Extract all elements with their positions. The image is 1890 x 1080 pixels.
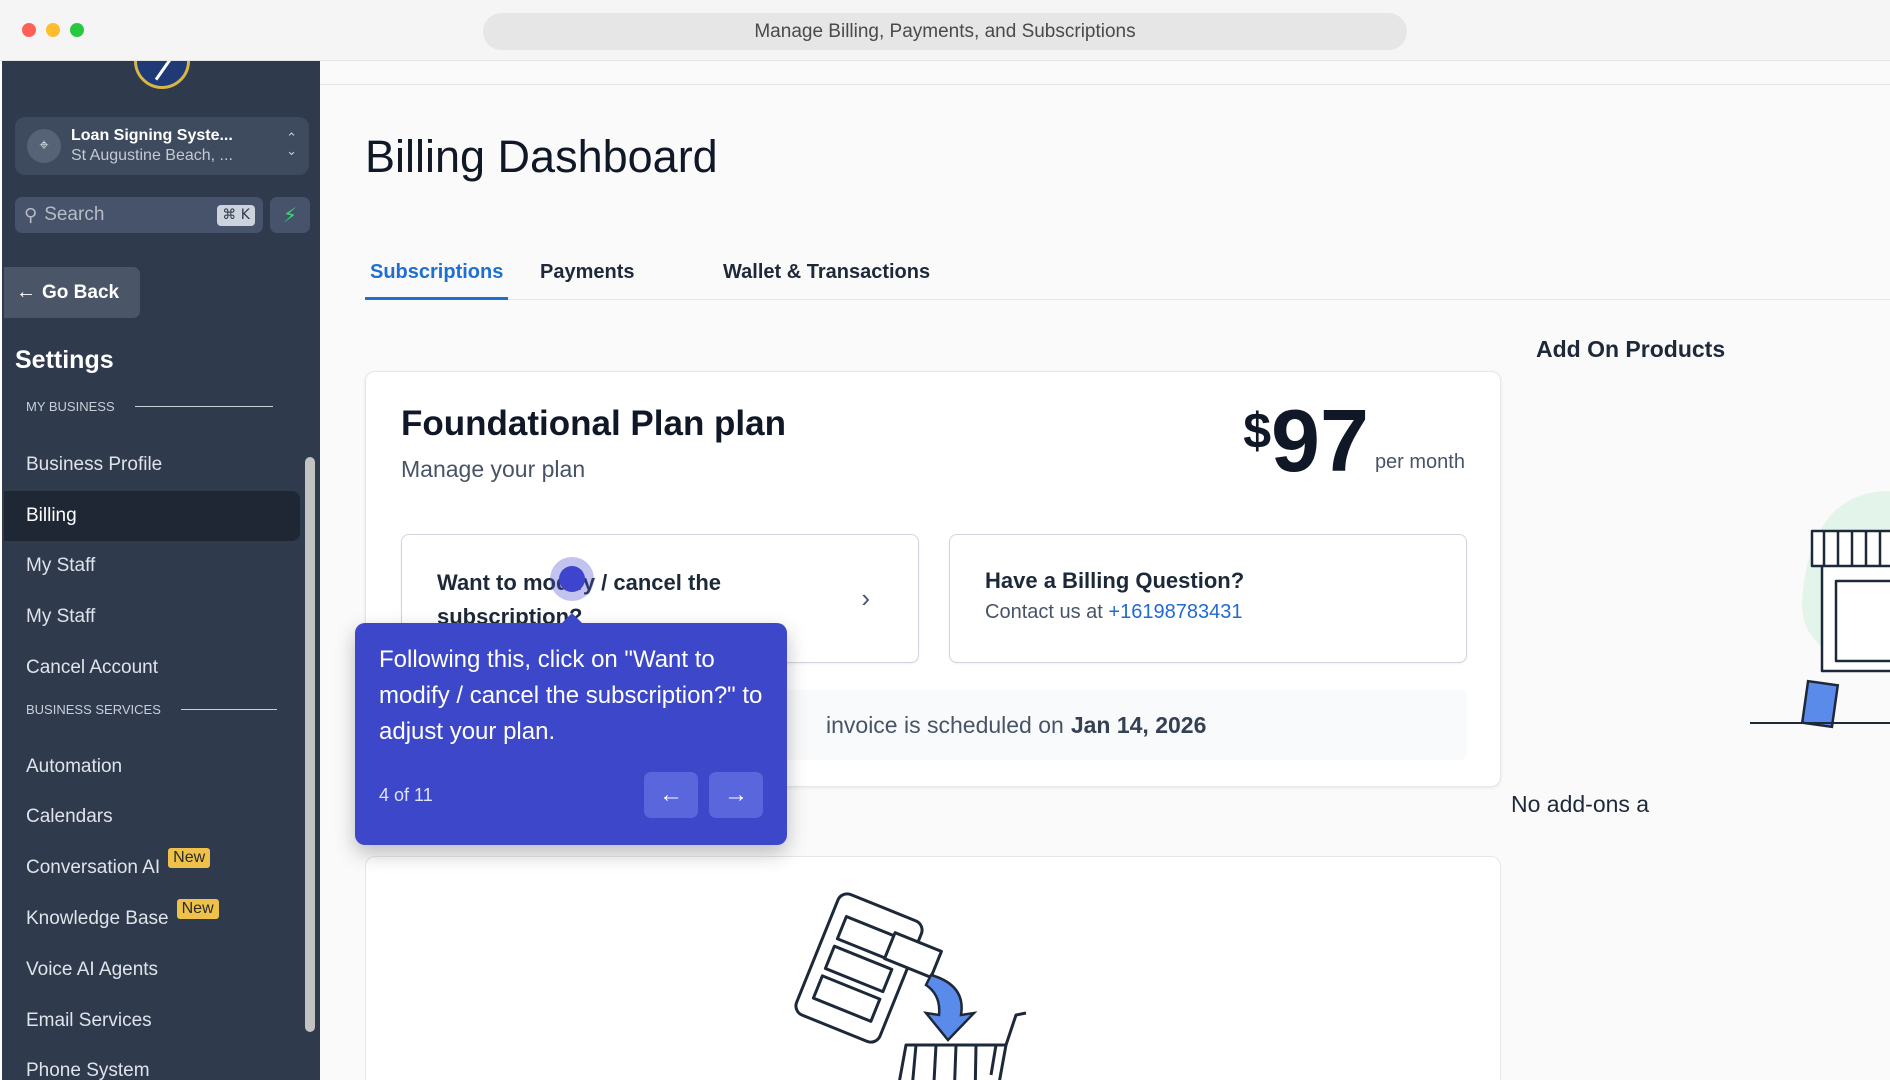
go-back-button[interactable]: ← Go Back (4, 267, 140, 318)
location-switcher[interactable]: ⌖ Loan Signing Syste... St Augustine Bea… (15, 117, 309, 175)
go-back-label: Go Back (42, 281, 120, 303)
quick-actions-button[interactable]: ⚡ (270, 197, 310, 233)
empty-state-card (365, 856, 1501, 1080)
sidebar-item-conversation-ai[interactable]: Conversation AI New (4, 843, 300, 893)
search-icon: ⚲ (24, 204, 38, 225)
window-title-bar[interactable]: Manage Billing, Payments, and Subscripti… (483, 13, 1407, 50)
no-addons-message: No add-ons a (1511, 791, 1650, 817)
plan-price: $ 97 per month (1243, 391, 1465, 490)
sidebar-item-automation[interactable]: Automation (4, 742, 300, 792)
walkthrough-tooltip: Following this, click on "Want to modify… (355, 613, 787, 845)
billing-contact-text: Contact us at +16198783431 (985, 601, 1243, 623)
section-label: MY BUSINESS (26, 399, 115, 414)
sidebar-scrollbar[interactable] (305, 457, 315, 1032)
sidebar-item-billing[interactable]: Billing (4, 491, 300, 541)
section-business-services: BUSINESS SERVICES (26, 702, 277, 717)
invoice-date: Jan 14, 2026 (1070, 711, 1207, 738)
header-divider (320, 84, 1890, 85)
page-title: Billing Dashboard (365, 131, 718, 182)
search-input[interactable] (44, 204, 195, 226)
settings-nav: MY BUSINESS Business Profile Billing My … (2, 391, 300, 1080)
lightning-bolt-icon: ⚡ (282, 204, 298, 227)
addon-products-heading: Add On Products (1536, 336, 1726, 362)
location-address: St Augustine Beach, ... (71, 147, 233, 164)
search-shortcut-badge: ⌘ K (217, 205, 255, 226)
plan-name: Foundational Plan plan (401, 404, 786, 443)
storefront-illustration (1750, 491, 1890, 729)
walkthrough-step-counter: 4 of 11 (379, 785, 433, 805)
sidebar: ⌖ Loan Signing Syste... St Augustine Bea… (2, 61, 320, 1080)
invoice-text: invoice is scheduled on (826, 711, 1064, 738)
support-phone-link[interactable]: +16198783431 (1108, 601, 1242, 623)
walkthrough-next-button[interactable]: → (709, 772, 763, 818)
sidebar-search[interactable]: ⚲ ⌘ K (15, 197, 263, 233)
minimize-window-button[interactable] (46, 23, 60, 37)
tab-wallet-transactions[interactable]: Wallet & Transactions (718, 250, 935, 300)
location-pin-icon: ⌖ (27, 129, 61, 163)
maximize-window-button[interactable] (70, 23, 84, 37)
section-my-business: MY BUSINESS (26, 399, 273, 414)
sidebar-item-calendars[interactable]: Calendars (4, 792, 300, 842)
new-badge: New (176, 899, 219, 919)
new-badge: New (168, 848, 211, 868)
chevron-right-icon: › (861, 583, 870, 613)
chevron-up-down-icon: ⌃ ⌄ (286, 130, 297, 158)
section-label: BUSINESS SERVICES (26, 702, 161, 717)
arrow-right-icon: → (724, 781, 748, 808)
billing-question-card: Have a Billing Question? Contact us at +… (949, 534, 1467, 663)
arrow-left-icon: ← (16, 281, 36, 303)
plan-subtitle: Manage your plan (401, 456, 586, 482)
company-logo (134, 61, 190, 89)
sidebar-item-phone-system[interactable]: Phone System (4, 1046, 300, 1080)
close-window-button[interactable] (22, 23, 36, 37)
price-currency: $ (1243, 403, 1272, 459)
location-name: Loan Signing Syste... (71, 127, 233, 144)
section-divider (180, 709, 277, 710)
price-period: per month (1374, 451, 1465, 473)
window-titlebar: Manage Billing, Payments, and Subscripti… (0, 0, 1890, 61)
arrow-left-icon: ← (659, 781, 683, 808)
tab-payments[interactable]: Payments (535, 250, 640, 300)
sidebar-item-email-services[interactable]: Email Services (4, 996, 300, 1046)
settings-heading: Settings (15, 346, 114, 374)
sidebar-item-cancel-account[interactable]: Cancel Account (4, 643, 300, 693)
walkthrough-prev-button[interactable]: ← (644, 772, 698, 818)
tab-subscriptions[interactable]: Subscriptions (365, 250, 508, 300)
walkthrough-instruction: Following this, click on "Want to modify… (379, 646, 763, 745)
shopping-illustration (794, 892, 1027, 1080)
sidebar-item-my-staff-2[interactable]: My Staff (4, 592, 300, 642)
sidebar-item-voice-ai-agents[interactable]: Voice AI Agents (4, 945, 300, 995)
sidebar-item-knowledge-base[interactable]: Knowledge Base New (4, 894, 300, 944)
walkthrough-hotspot[interactable] (550, 557, 594, 601)
sidebar-item-my-staff[interactable]: My Staff (4, 541, 300, 591)
section-divider (134, 406, 273, 407)
sidebar-item-business-profile[interactable]: Business Profile (4, 440, 300, 490)
price-value: 97 (1271, 391, 1369, 490)
hotspot-dot (559, 566, 585, 592)
billing-tabs: Subscriptions Payments Wallet & Transact… (365, 250, 1890, 300)
billing-question-title: Have a Billing Question? (985, 568, 1245, 593)
